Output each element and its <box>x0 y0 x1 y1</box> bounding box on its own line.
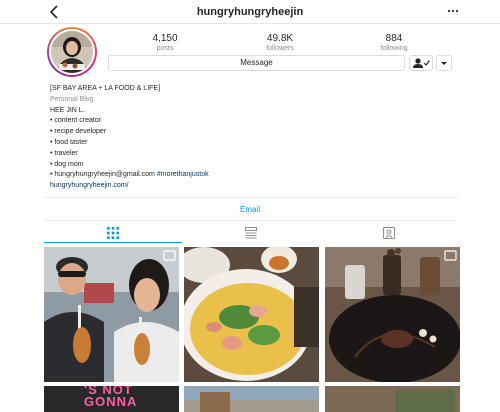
email-button[interactable]: Email <box>0 205 500 214</box>
top-bar: hungryhungryheejin <box>0 0 500 24</box>
following-count: 884 <box>385 33 403 44</box>
following-label: following <box>380 45 408 52</box>
divider <box>44 197 458 198</box>
grid-icon <box>107 227 119 239</box>
post-thumbnail[interactable] <box>184 247 319 382</box>
caret-down-icon <box>441 62 447 65</box>
bio-headline: [SF BAY AREA + LA FOOD & LIFE] <box>50 85 161 92</box>
tagged-icon <box>383 227 395 239</box>
posts-stat[interactable]: 4,150 posts <box>130 33 200 52</box>
followers-count: 49.8K <box>266 33 294 44</box>
divider <box>44 220 458 221</box>
bio-line: • dog mom <box>50 160 84 168</box>
post-sign-text: 'S NOT GONNA <box>84 386 138 409</box>
avatar-photo <box>51 31 93 73</box>
post-photo-street <box>184 386 319 412</box>
tab-posts-grid[interactable] <box>44 223 182 243</box>
bio-line: • traveler <box>50 149 78 157</box>
post-thumbnail[interactable] <box>44 247 179 382</box>
profile-username: hungryhungryheejin <box>196 6 304 18</box>
profile-bio: [SF BAY AREA + LA FOOD & LIFE] Personal … <box>50 84 450 192</box>
more-options-button[interactable] <box>446 4 460 18</box>
bio-email: • hungryhungryheejin@gmail.com <box>50 171 155 179</box>
post-photo-corndogs <box>44 247 179 382</box>
followers-label: followers <box>266 45 294 52</box>
bio-hashtag-link[interactable]: #morethanjustok <box>157 171 209 178</box>
avatar <box>49 29 95 75</box>
post-photo-dessert <box>325 247 460 382</box>
posts-label: posts <box>156 45 174 52</box>
ellipsis-icon <box>447 9 459 13</box>
list-icon <box>245 227 257 239</box>
message-button[interactable]: Message <box>108 55 405 71</box>
tab-tagged[interactable] <box>320 223 458 243</box>
suggestions-dropdown-button[interactable] <box>436 55 452 71</box>
bio-name: HEE JIN L. <box>50 106 85 114</box>
followers-stat[interactable]: 49.8K followers <box>245 33 315 52</box>
posts-count: 4,150 <box>152 33 178 44</box>
bio-category: Personal Blog <box>50 95 94 103</box>
bio-contact-line: • hungryhungryheejin@gmail.com #morethan… <box>50 170 450 181</box>
post-thumbnail[interactable] <box>184 386 319 412</box>
post-thumbnail[interactable] <box>325 247 460 382</box>
story-ring[interactable] <box>47 27 97 77</box>
following-stat[interactable]: 884 following <box>359 33 429 52</box>
bio-line: • recipe developer <box>50 128 107 136</box>
following-button[interactable] <box>409 55 433 71</box>
person-check-icon <box>413 58 430 68</box>
post-photo-crepe <box>184 247 319 382</box>
bio-line: • food taster <box>50 138 88 146</box>
bio-line: • content creator <box>50 117 102 125</box>
post-thumbnail[interactable]: 'S NOT GONNA <box>44 386 179 412</box>
post-thumbnail[interactable] <box>325 386 460 412</box>
post-photo-food <box>325 386 460 412</box>
tab-feed-list[interactable] <box>182 223 320 243</box>
bio-website-link[interactable]: hungryhungryheejin.com/ <box>50 181 450 192</box>
